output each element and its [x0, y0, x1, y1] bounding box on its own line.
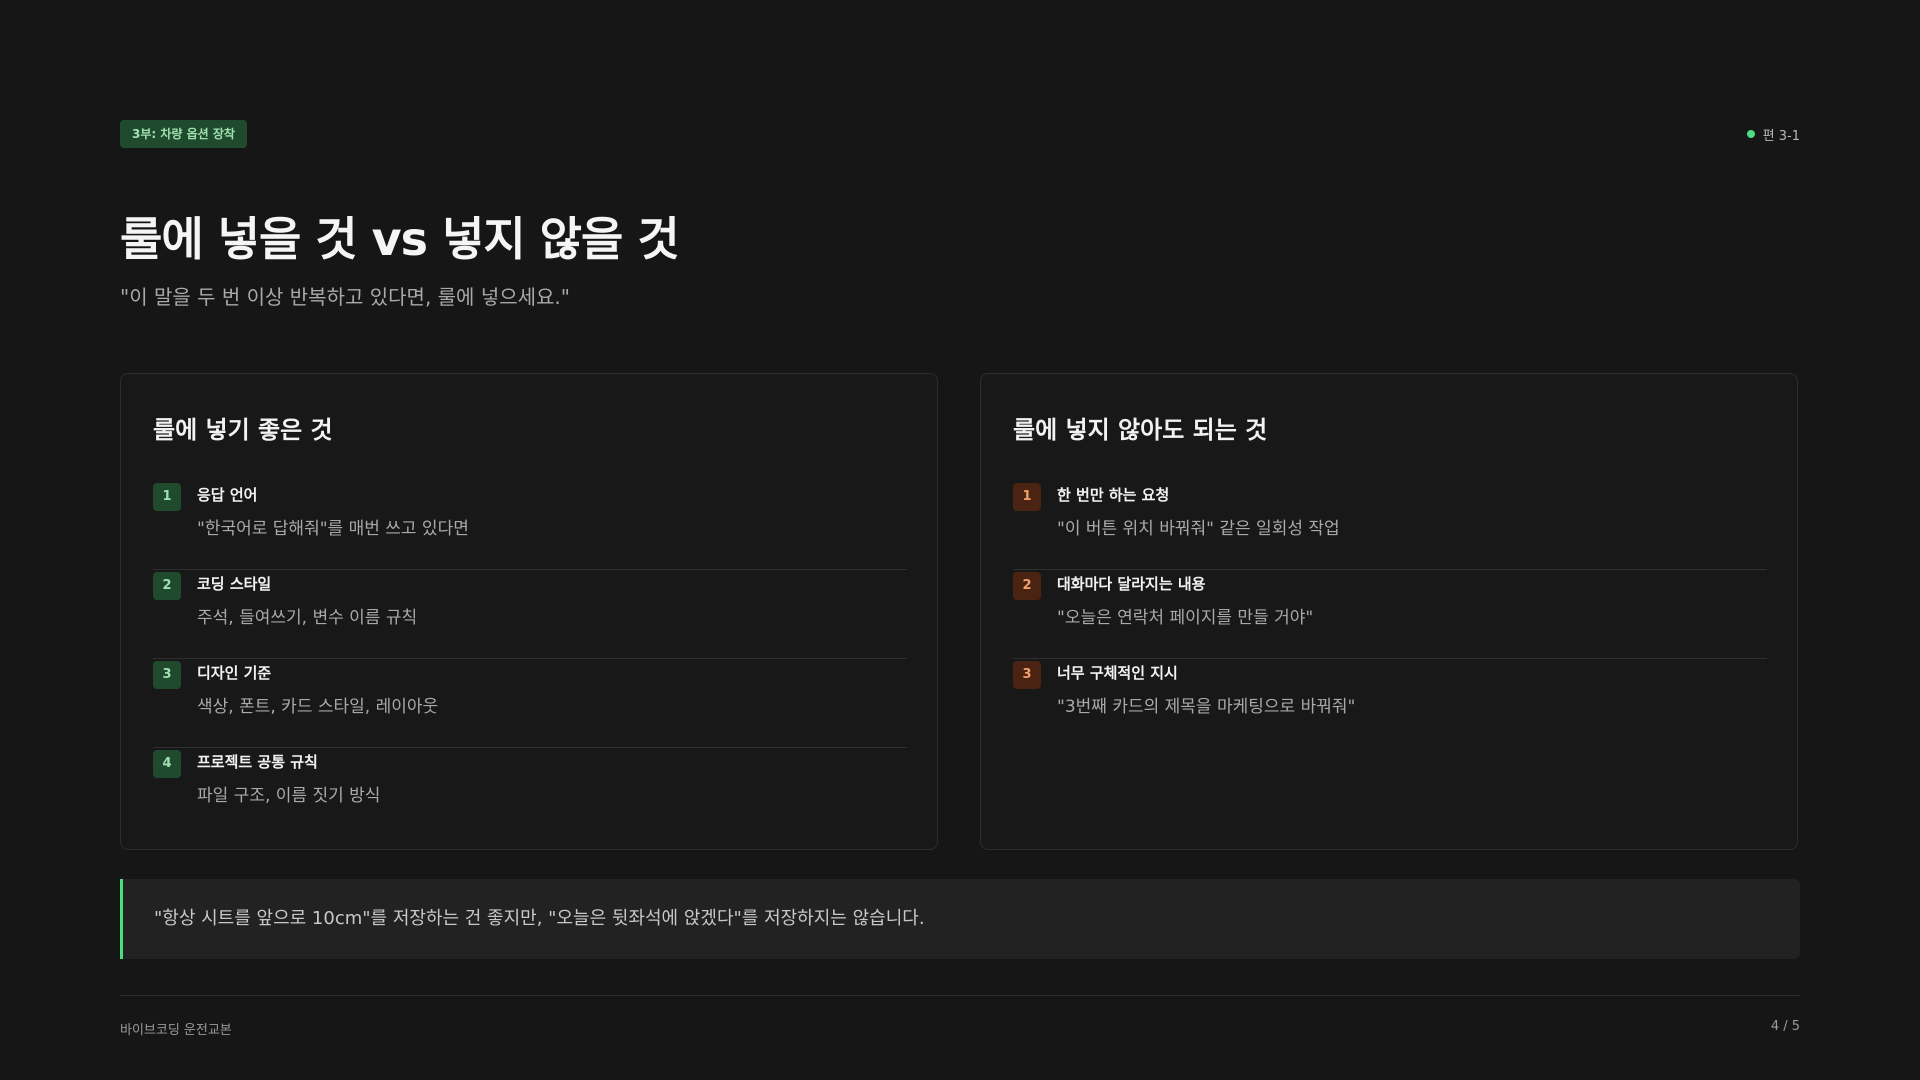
item-title: 대화마다 달라지는 내용	[1057, 575, 1206, 593]
page-indicator: 4 / 5	[1770, 1019, 1800, 1034]
item-description: "오늘은 연락처 페이지를 만들 거야"	[1057, 608, 1314, 628]
quote-text: "항상 시트를 앞으로 10cm"를 저장하는 건 좋지만, "오늘은 뒷좌석에…	[154, 908, 925, 929]
item-description: 주석, 들여쓰기, 변수 이름 규칙	[197, 608, 418, 628]
item-number-badge: 3	[153, 661, 181, 689]
list-item: 3 너무 구체적인 지시 "3번째 카드의 제목을 마케팅으로 바꿔줘"	[1013, 659, 1767, 748]
slide-header: 3부: 차량 옵션 장착 편 3-1	[120, 120, 1800, 148]
quote-callout: "항상 시트를 앞으로 10cm"를 저장하는 건 좋지만, "오늘은 뒷좌석에…	[120, 879, 1800, 959]
list-item: 1 응답 언어 "한국어로 답해줘"를 매번 쓰고 있다면	[153, 481, 907, 570]
item-list: 1 응답 언어 "한국어로 답해줘"를 매번 쓰고 있다면 2 코딩 스타일 주…	[153, 481, 907, 837]
footer-divider	[120, 995, 1800, 996]
item-number-badge: 3	[1013, 661, 1041, 689]
list-item: 4 프로젝트 공통 규칙 파일 구조, 이름 짓기 방식	[153, 748, 907, 837]
page-title: 룰에 넣을 것 vs 넣지 않을 것	[120, 212, 680, 266]
item-list: 1 한 번만 하는 요청 "이 버튼 위치 바꿔줘" 같은 일회성 작업 2 대…	[1013, 481, 1767, 748]
item-number-badge: 1	[153, 483, 181, 511]
list-item: 2 대화마다 달라지는 내용 "오늘은 연락처 페이지를 만들 거야"	[1013, 570, 1767, 659]
status-dot-icon	[1746, 130, 1755, 138]
card-title: 룰에 넣지 않아도 되는 것	[1013, 416, 1268, 444]
episode-indicator: 편 3-1	[1746, 120, 1800, 148]
item-number-badge: 1	[1013, 483, 1041, 511]
item-title: 프로젝트 공통 규칙	[197, 753, 318, 771]
page-subtitle: "이 말을 두 번 이상 반복하고 있다면, 룰에 넣으세요."	[120, 285, 570, 309]
item-description: 색상, 폰트, 카드 스타일, 레이아웃	[197, 697, 439, 717]
item-title: 응답 언어	[197, 486, 258, 504]
item-description: "한국어로 답해줘"를 매번 쓰고 있다면	[197, 519, 469, 539]
item-number-badge: 2	[153, 572, 181, 600]
part-badge: 3부: 차량 옵션 장착	[120, 120, 247, 148]
item-title: 너무 구체적인 지시	[1057, 664, 1178, 682]
list-item: 2 코딩 스타일 주석, 들여쓰기, 변수 이름 규칙	[153, 570, 907, 659]
list-item: 1 한 번만 하는 요청 "이 버튼 위치 바꿔줘" 같은 일회성 작업	[1013, 481, 1767, 570]
item-description: "3번째 카드의 제목을 마케팅으로 바꿔줘"	[1057, 697, 1356, 717]
item-title: 코딩 스타일	[197, 575, 272, 593]
episode-label: 편 3-1	[1762, 128, 1800, 144]
card-include-rules: 룰에 넣기 좋은 것 1 응답 언어 "한국어로 답해줘"를 매번 쓰고 있다면…	[120, 373, 938, 850]
item-number-badge: 2	[1013, 572, 1041, 600]
card-exclude-rules: 룰에 넣지 않아도 되는 것 1 한 번만 하는 요청 "이 버튼 위치 바꿔줘…	[980, 373, 1798, 850]
footer-book-title: 바이브코딩 운전교본	[120, 1023, 232, 1038]
item-description: 파일 구조, 이름 짓기 방식	[197, 786, 381, 806]
list-item: 3 디자인 기준 색상, 폰트, 카드 스타일, 레이아웃	[153, 659, 907, 748]
item-title: 한 번만 하는 요청	[1057, 486, 1170, 504]
card-title: 룰에 넣기 좋은 것	[153, 416, 333, 444]
slide: 3부: 차량 옵션 장착 편 3-1 룰에 넣을 것 vs 넣지 않을 것 "이…	[120, 0, 1800, 1080]
item-description: "이 버튼 위치 바꿔줘" 같은 일회성 작업	[1057, 519, 1340, 539]
item-title: 디자인 기준	[197, 664, 272, 682]
item-number-badge: 4	[153, 750, 181, 778]
